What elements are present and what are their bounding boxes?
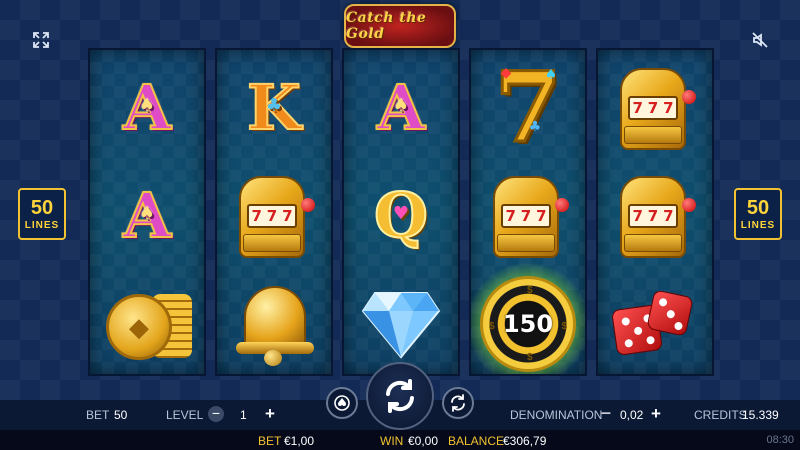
diamond-icon (361, 292, 441, 359)
reel-symbol-slot-machine: 777 (217, 162, 331, 270)
ruby-icon: ◆ (500, 65, 512, 81)
reel-5: 777 777 (596, 48, 714, 376)
bet-value: 50 (114, 408, 128, 422)
denomination-increase-button[interactable]: + (648, 405, 664, 423)
reel-symbol-bell (217, 270, 331, 374)
gold-coins-icon: ◆ (102, 280, 192, 368)
reel-3: A ♠ Q ♥ (342, 48, 460, 376)
spade-icon: ♠ (392, 94, 410, 116)
fullscreen-button[interactable] (27, 26, 55, 54)
slot-machine-icon: 777 (233, 172, 315, 260)
chip-value: 150 (502, 310, 554, 338)
slot-machine-icon: 777 (614, 64, 696, 152)
bonus-chip: $ $ $ $ 150 (471, 263, 585, 374)
reel-4: 7 ◆ ♠ ♣ 777 $ $ $ $ 150 (469, 48, 587, 376)
slot-machine-icon: 777 (487, 172, 569, 260)
spade-icon: ♠ (138, 94, 156, 116)
reel-symbol-king: K ♣ (217, 54, 331, 162)
reel-symbol-dice (598, 270, 712, 374)
heart-icon: ♥ (392, 202, 410, 224)
reel-symbol-slot-machine: 777 (598, 54, 712, 162)
status-bar: BET €1,00 WIN €0,00 BALANCE €306,79 08:3… (0, 430, 800, 450)
level-value: 1 (240, 408, 247, 422)
club-gem-icon: ♣ (528, 119, 542, 135)
balance-value: €306,79 (503, 434, 547, 448)
reel-symbol-slot-machine: 777 (598, 162, 712, 270)
lines-count: 50 (30, 196, 54, 219)
credits-label: CREDITS (694, 408, 747, 422)
bell-icon (234, 280, 314, 368)
game-logo-text: Catch the Gold (346, 10, 427, 42)
lines-badge-right: 50 LINES (734, 188, 782, 240)
reel-symbol-ace: A ♠ (90, 54, 204, 162)
game-logo: Catch the Gold (344, 4, 456, 48)
reel-symbol-slot-machine: 777 (471, 162, 585, 270)
status-bet-value: €1,00 (284, 434, 315, 448)
bet-label: BET (86, 408, 110, 422)
turbo-spin-button[interactable] (442, 387, 474, 419)
club-icon: ♣ (265, 94, 283, 116)
reel-symbol-seven: 7 ◆ ♠ ♣ (471, 54, 585, 162)
sapphire-icon: ♠ (544, 67, 558, 83)
win-value: €0,00 (408, 434, 439, 448)
fullscreen-icon (33, 32, 49, 48)
credits-value: 15.339 (742, 408, 779, 422)
spin-button[interactable] (366, 362, 434, 430)
balance-label: BALANCE (448, 434, 505, 448)
lines-label: LINES (740, 219, 776, 231)
win-label: WIN (380, 434, 404, 448)
sound-toggle-button[interactable] (746, 26, 774, 54)
level-decrease-button[interactable]: − (208, 406, 224, 422)
spin-icon (386, 379, 414, 413)
reel-symbol-queen: Q ♥ (344, 162, 458, 270)
denomination-value: 0,02 (620, 408, 644, 422)
level-label: LEVEL (166, 408, 204, 422)
sound-muted-icon (752, 32, 768, 48)
dice-icon (611, 287, 698, 361)
quick-spin-icon (451, 394, 465, 412)
denomination-decrease-button[interactable]: − (598, 404, 614, 422)
reel-symbol-ace: A ♠ (344, 54, 458, 162)
level-increase-button[interactable]: + (262, 405, 278, 423)
reel-2: K ♣ 777 (215, 48, 333, 376)
denomination-label: DENOMINATION (510, 408, 603, 422)
lines-count: 50 (746, 196, 770, 219)
reel-symbol-diamond (344, 270, 458, 374)
autoplay-button[interactable] (326, 387, 358, 419)
reel-symbol-ace: A ♠ (90, 162, 204, 270)
status-bet-label: BET (258, 434, 282, 448)
lines-badge-left: 50 LINES (18, 188, 66, 240)
reel-symbol-coins: ◆ (90, 270, 204, 374)
reel-1: A ♠ A ♠ ◆ (88, 48, 206, 376)
slot-machine-icon: 777 (614, 172, 696, 260)
spade-icon: ♠ (138, 202, 156, 224)
clock: 08:30 (766, 434, 794, 446)
autoplay-icon (334, 395, 350, 411)
lines-label: LINES (24, 219, 60, 231)
reel-symbol-chip: $ $ $ $ 150 (471, 263, 585, 374)
